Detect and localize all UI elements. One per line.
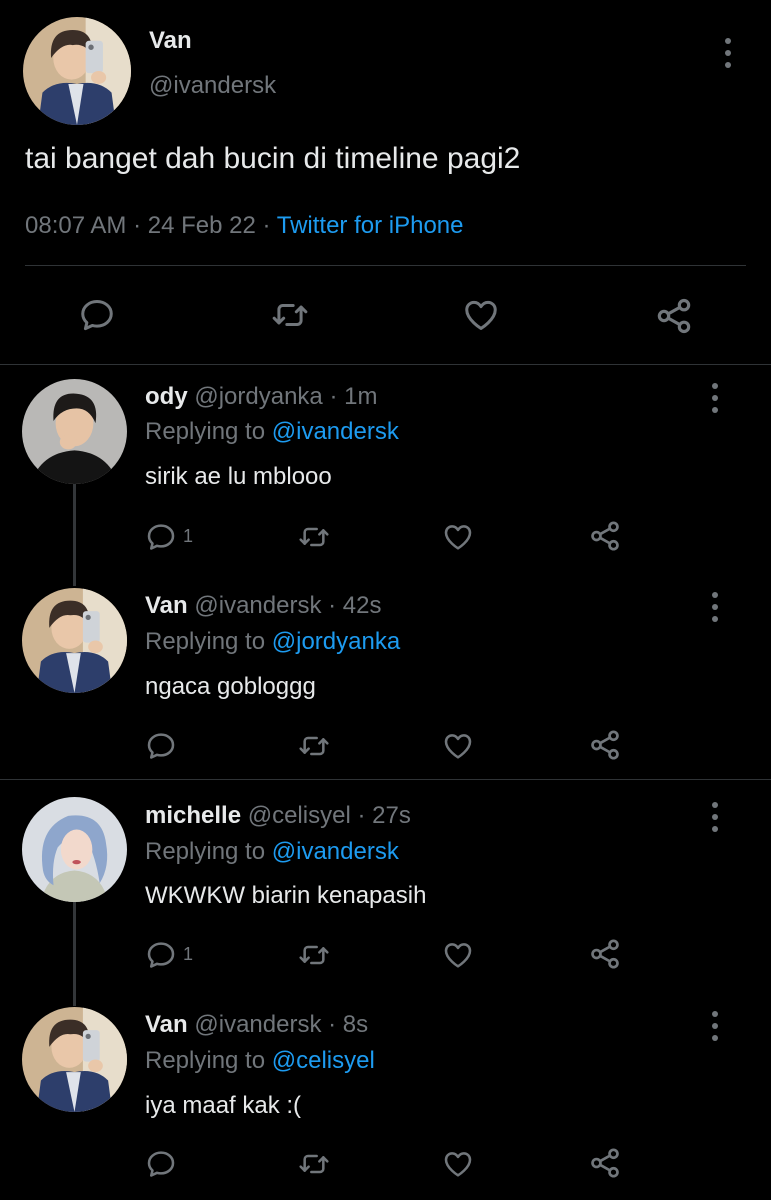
reply-icon[interactable] bbox=[145, 1148, 177, 1180]
more-icon[interactable] bbox=[705, 592, 725, 622]
meta-separator: · bbox=[328, 1011, 337, 1038]
retweet-icon[interactable] bbox=[297, 939, 331, 971]
reply-handle[interactable]: @ivandersk bbox=[194, 1011, 321, 1038]
reply-display-name[interactable]: Van bbox=[145, 592, 188, 619]
more-icon[interactable] bbox=[705, 383, 725, 413]
reply-text: iya maaf kak :( bbox=[145, 1092, 302, 1119]
reply-header: Van @ivandersk · 8s bbox=[145, 1011, 368, 1039]
meta-separator: · bbox=[133, 212, 142, 239]
replying-prefix: Replying to bbox=[145, 418, 266, 445]
reply-icon[interactable] bbox=[78, 296, 116, 334]
heart-icon[interactable] bbox=[441, 730, 475, 762]
reply-icon[interactable] bbox=[145, 939, 177, 971]
reply-handle[interactable]: @ivandersk bbox=[194, 592, 321, 619]
replying-to-handle[interactable]: @jordyanka bbox=[272, 628, 400, 655]
share-icon[interactable] bbox=[588, 1146, 622, 1180]
reply-text: sirik ae lu mblooo bbox=[145, 463, 332, 490]
more-icon[interactable] bbox=[718, 38, 738, 68]
heart-icon[interactable] bbox=[441, 939, 475, 971]
tweet-date: 24 Feb 22 bbox=[147, 212, 256, 239]
meta-separator: · bbox=[329, 383, 338, 410]
divider bbox=[0, 364, 771, 365]
reply-icon[interactable] bbox=[145, 730, 177, 762]
heart-icon[interactable] bbox=[441, 521, 475, 553]
more-icon[interactable] bbox=[705, 1011, 725, 1041]
replying-to: Replying to @celisyel bbox=[145, 1047, 375, 1075]
tweet-meta: 08:07 AM · 24 Feb 22 · Twitter for iPhon… bbox=[25, 212, 464, 240]
reply-handle[interactable]: @jordyanka bbox=[194, 383, 322, 410]
heart-icon[interactable] bbox=[461, 296, 501, 334]
reply-avatar[interactable] bbox=[22, 797, 127, 902]
reply-time: 1m bbox=[344, 383, 378, 410]
meta-separator: · bbox=[262, 212, 271, 239]
thread-line bbox=[73, 902, 76, 1006]
more-icon[interactable] bbox=[705, 802, 725, 832]
replying-prefix: Replying to bbox=[145, 1047, 266, 1074]
author-display-name[interactable]: Van bbox=[149, 27, 192, 55]
reply-display-name[interactable]: Van bbox=[145, 1011, 188, 1038]
thread-line bbox=[73, 484, 76, 586]
reply-time: 27s bbox=[372, 802, 411, 829]
retweet-icon[interactable] bbox=[297, 1148, 331, 1180]
meta-separator: · bbox=[328, 592, 337, 619]
reply-avatar[interactable] bbox=[22, 588, 127, 693]
reply-handle[interactable]: @celisyel bbox=[248, 802, 351, 829]
share-icon[interactable] bbox=[588, 728, 622, 762]
reply-time: 8s bbox=[342, 1011, 369, 1038]
reply-count: 1 bbox=[183, 526, 194, 546]
reply-text: WKWKW biarin kenapasih bbox=[145, 882, 427, 909]
divider bbox=[25, 265, 746, 266]
retweet-icon[interactable] bbox=[270, 296, 310, 334]
reply-header: ody @jordyanka · 1m bbox=[145, 383, 377, 411]
replying-to-handle[interactable]: @ivandersk bbox=[272, 838, 399, 865]
author-avatar[interactable] bbox=[23, 17, 131, 125]
meta-separator: · bbox=[357, 802, 366, 829]
divider bbox=[0, 779, 771, 780]
share-icon[interactable] bbox=[654, 296, 694, 336]
reply-text: ngaca gobloggg bbox=[145, 673, 316, 700]
replying-prefix: Replying to bbox=[145, 838, 266, 865]
reply-display-name[interactable]: michelle bbox=[145, 802, 241, 829]
reply-header: michelle @celisyel · 27s bbox=[145, 802, 411, 830]
replying-to: Replying to @ivandersk bbox=[145, 838, 399, 866]
replying-to-handle[interactable]: @celisyel bbox=[272, 1047, 375, 1074]
share-icon[interactable] bbox=[588, 937, 622, 971]
tweet-text: tai banget dah bucin di timeline pagi2 bbox=[25, 142, 521, 175]
reply-time: 42s bbox=[342, 592, 382, 619]
tweet-time: 08:07 AM bbox=[25, 212, 127, 239]
retweet-icon[interactable] bbox=[297, 730, 331, 762]
reply-icon[interactable] bbox=[145, 521, 177, 553]
share-icon[interactable] bbox=[588, 519, 622, 553]
author-handle[interactable]: @ivandersk bbox=[149, 72, 276, 100]
replying-to: Replying to @jordyanka bbox=[145, 628, 400, 656]
heart-icon[interactable] bbox=[441, 1148, 475, 1180]
replying-to-handle[interactable]: @ivandersk bbox=[272, 418, 399, 445]
replying-to: Replying to @ivandersk bbox=[145, 418, 399, 446]
tweet-source-link[interactable]: Twitter for iPhone bbox=[277, 212, 464, 239]
replying-prefix: Replying to bbox=[145, 628, 266, 655]
reply-avatar[interactable] bbox=[22, 1007, 127, 1112]
reply-display-name[interactable]: ody bbox=[145, 383, 188, 410]
retweet-icon[interactable] bbox=[297, 521, 331, 553]
reply-avatar[interactable] bbox=[22, 379, 127, 484]
reply-header: Van @ivandersk · 42s bbox=[145, 592, 382, 620]
reply-count: 1 bbox=[183, 944, 194, 964]
